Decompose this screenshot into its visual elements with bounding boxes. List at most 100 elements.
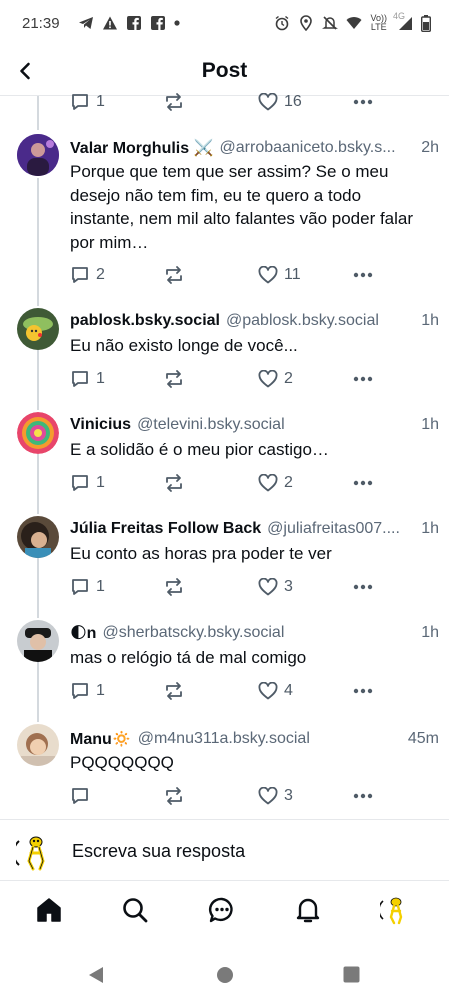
avatar[interactable] <box>17 620 59 662</box>
home-icon <box>37 898 61 922</box>
post-time: 1h <box>421 416 439 433</box>
post-text: mas o relógio tá de mal comigo <box>70 648 307 667</box>
repost-icon <box>166 93 182 111</box>
author-handle[interactable]: @juliafreitas007.... <box>267 520 413 538</box>
location-icon <box>300 15 313 31</box>
more-icon <box>353 584 373 590</box>
author-name[interactable]: Júlia Freitas Follow Back <box>70 520 261 538</box>
avatar[interactable] <box>17 412 59 454</box>
like-button[interactable]: 4 <box>258 682 293 700</box>
bottom-nav <box>0 881 449 941</box>
like-button[interactable]: 2 <box>258 370 293 388</box>
more-icon <box>353 99 373 105</box>
profile-avatar <box>380 897 403 925</box>
repost-icon <box>166 266 182 284</box>
author-name[interactable]: 🌓n <box>70 623 96 643</box>
author-name[interactable]: Valar Morghulis ⚔️ <box>70 138 214 158</box>
like-button[interactable]: 11 <box>258 266 301 284</box>
status-bar: 21:39 Vo)) LTE 4G <box>0 0 449 46</box>
avatar[interactable] <box>17 724 59 766</box>
post-text: E a solidão é o meu pior castigo… <box>70 440 329 459</box>
system-home-icon[interactable] <box>216 966 234 984</box>
more-options-button[interactable] <box>353 480 373 486</box>
system-back-icon[interactable] <box>88 966 104 984</box>
like-button[interactable]: 16 <box>258 93 302 111</box>
system-recents-icon[interactable] <box>343 966 360 983</box>
repost-button[interactable] <box>163 369 185 389</box>
post-actions: 1 2 <box>70 367 380 391</box>
comment-icon <box>72 683 88 699</box>
heart-icon <box>258 578 278 596</box>
more-icon <box>353 480 373 486</box>
repost-button[interactable] <box>163 473 185 493</box>
facebook-icon <box>126 16 141 30</box>
post-time: 2h <box>421 139 439 156</box>
post-time: 1h <box>421 312 439 329</box>
nav-chat[interactable] <box>207 895 237 925</box>
wifi-icon <box>346 17 362 29</box>
repost-button[interactable] <box>163 92 185 112</box>
reply-composer[interactable]: Escreva sua resposta <box>0 819 449 881</box>
author-handle[interactable]: @pablosk.bsky.social <box>226 312 413 330</box>
reply-button[interactable]: 1 <box>70 369 105 389</box>
post-text: PQQQQQQQ <box>70 753 174 772</box>
more-options-button[interactable] <box>353 584 373 590</box>
like-button[interactable]: 3 <box>258 787 293 805</box>
search-icon <box>123 898 148 923</box>
repost-button[interactable] <box>163 577 185 597</box>
reply-button[interactable]: 1 <box>70 577 105 597</box>
post-actions: 1 2 <box>70 471 380 495</box>
avatar[interactable] <box>17 134 59 176</box>
like-button[interactable]: 3 <box>258 578 293 596</box>
author-handle[interactable]: @arrobaaniceto.bsky.s... <box>220 139 414 157</box>
thread-line <box>37 178 39 306</box>
post-actions: 1 16 <box>70 90 380 114</box>
more-options-button[interactable] <box>353 376 373 382</box>
mute-icon <box>322 16 339 30</box>
more-options-button[interactable] <box>353 793 373 799</box>
author-handle[interactable]: @sherbatscky.bsky.social <box>102 624 413 642</box>
repost-icon <box>166 474 182 492</box>
more-icon <box>353 272 373 278</box>
repost-icon <box>166 787 182 805</box>
repost-icon <box>166 370 182 388</box>
avatar[interactable] <box>17 308 59 350</box>
thread-line <box>37 662 39 722</box>
telegram-icon <box>78 17 93 29</box>
like-button[interactable]: 2 <box>258 474 293 492</box>
bell-icon <box>296 898 320 923</box>
comment-icon <box>72 579 88 595</box>
repost-icon <box>166 682 182 700</box>
back-button[interactable] <box>12 58 38 84</box>
author-name[interactable]: Vinicius <box>70 416 131 434</box>
nav-profile[interactable] <box>380 895 410 925</box>
network-label: Vo)) LTE <box>370 13 387 32</box>
nav-search[interactable] <box>120 895 150 925</box>
heart-icon <box>258 93 278 111</box>
reply-button[interactable] <box>70 786 96 806</box>
chat-icon <box>208 897 233 923</box>
author-handle[interactable]: @televini.bsky.social <box>137 416 413 434</box>
more-options-button[interactable] <box>353 688 373 694</box>
author-name[interactable]: Manu🔅 <box>70 729 132 749</box>
signal-icon: 4G <box>393 12 413 31</box>
nav-home[interactable] <box>34 895 64 925</box>
more-options-button[interactable] <box>353 272 373 278</box>
post-actions: 3 <box>70 784 380 808</box>
alarm-icon <box>276 15 289 31</box>
repost-button[interactable] <box>163 681 185 701</box>
reply-button[interactable]: 1 <box>70 681 105 701</box>
author-handle[interactable]: @m4nu311a.bsky.social <box>138 730 400 748</box>
more-options-button[interactable] <box>353 99 373 105</box>
author-name[interactable]: pablosk.bsky.social <box>70 312 220 330</box>
repost-button[interactable] <box>163 265 185 285</box>
heart-icon <box>258 266 278 284</box>
repost-button[interactable] <box>163 786 185 806</box>
reply-button[interactable]: 1 <box>70 473 105 493</box>
reply-input[interactable]: Escreva sua resposta <box>72 841 245 862</box>
nav-notifications[interactable] <box>293 895 323 925</box>
more-icon <box>353 793 373 799</box>
avatar[interactable] <box>17 516 59 558</box>
reply-button[interactable]: 2 <box>70 265 105 285</box>
reply-button[interactable]: 1 <box>70 92 105 112</box>
